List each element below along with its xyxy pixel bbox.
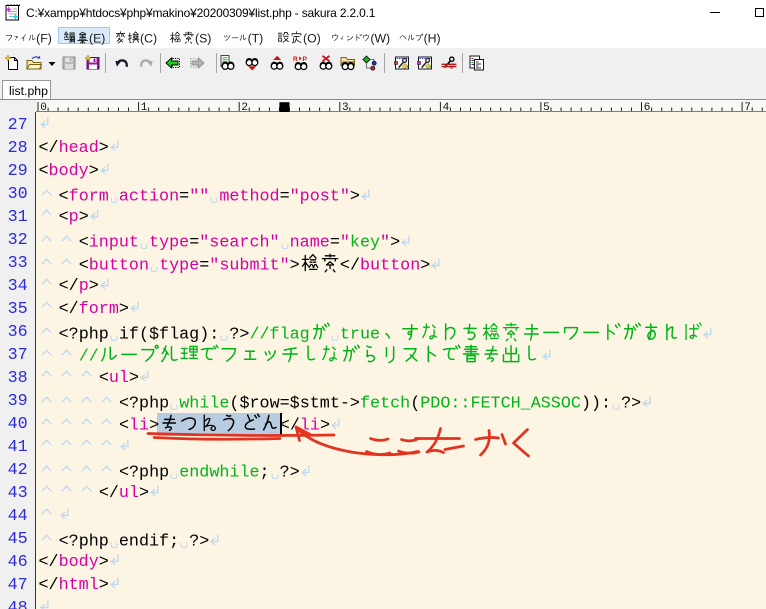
svg-text:P: P xyxy=(303,56,308,63)
svg-text:R: R xyxy=(293,56,298,63)
